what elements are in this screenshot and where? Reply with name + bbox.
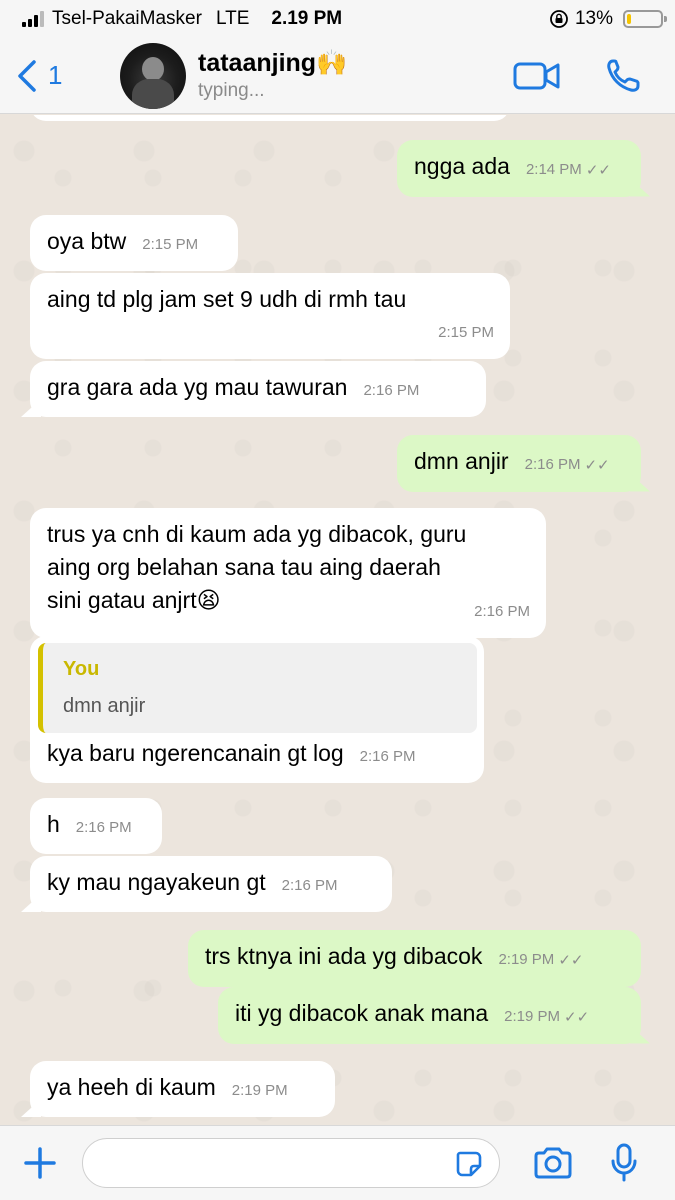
message-time: 2:14 PM ✓✓ bbox=[526, 153, 611, 187]
message-outgoing[interactable]: trs ktnya ini ada yg dibacok 2:19 PM ✓✓ bbox=[188, 930, 641, 987]
message-outgoing[interactable]: ngga ada 2:14 PM ✓✓ bbox=[397, 140, 641, 197]
message-incoming[interactable]: h 2:16 PM bbox=[30, 798, 162, 854]
quoted-text: dmn anjir bbox=[63, 695, 146, 717]
battery-percent: 13% bbox=[574, 8, 613, 29]
message-text: gra gara ada yg mau tawuran bbox=[47, 374, 348, 400]
status-time: 2.19 PM bbox=[271, 8, 343, 29]
message-text: ngga ada bbox=[414, 153, 510, 179]
double-check-icon: ✓✓ bbox=[558, 951, 584, 969]
message-text: iti yg dibacok anak mana bbox=[235, 1000, 489, 1026]
message-text: ya heeh di kaum bbox=[47, 1074, 216, 1100]
message-time: 2:15 PM bbox=[438, 324, 494, 341]
message-incoming[interactable]: trus ya cnh di kaum ada yg dibacok, guru… bbox=[30, 508, 546, 638]
contact-name: tataanjing🙌 bbox=[198, 49, 348, 77]
message-input-bar bbox=[0, 1125, 675, 1200]
plus-icon[interactable] bbox=[22, 1145, 58, 1181]
message-input[interactable] bbox=[82, 1138, 500, 1188]
contact-info[interactable]: tataanjing🙌 typing... bbox=[198, 49, 347, 102]
quoted-author: You bbox=[63, 658, 100, 680]
camera-icon[interactable] bbox=[532, 1146, 574, 1180]
message-outgoing[interactable]: iti yg dibacok anak mana 2:19 PM ✓✓ bbox=[218, 987, 641, 1044]
message-incoming[interactable]: ky mau ngayakeun gt 2:16 PM bbox=[30, 856, 392, 912]
network-type: LTE bbox=[215, 8, 250, 29]
rotation-lock-icon bbox=[550, 10, 568, 28]
message-text: kya baru ngerencanain gt log bbox=[47, 740, 344, 766]
message-incoming[interactable]: gra gara ada yg mau tawuran 2:16 PM bbox=[30, 361, 486, 417]
message-text: aing td plg jam set 9 udh di rmh tau bbox=[47, 286, 407, 312]
message-time: 2:19 PM bbox=[231, 1082, 288, 1099]
message-time: 2:16 PM bbox=[363, 382, 420, 399]
double-check-icon: ✓✓ bbox=[584, 456, 610, 474]
contact-avatar[interactable] bbox=[120, 42, 186, 109]
status-bar: Tsel-PakaiMasker LTE 2.19 PM 13% bbox=[0, 0, 675, 38]
microphone-icon[interactable] bbox=[610, 1143, 638, 1183]
message-incoming-reply[interactable]: You dmn anjir kya baru ngerencanain gt l… bbox=[30, 636, 484, 783]
message-outgoing[interactable]: dmn anjir 2:16 PM ✓✓ bbox=[397, 435, 641, 492]
message-time: 2:16 PM bbox=[281, 877, 338, 894]
message-text: ky mau ngayakeun gt bbox=[47, 869, 266, 895]
message-text: dmn anjir bbox=[414, 448, 509, 474]
chat-header: 1 tataanjing🙌 typing... bbox=[0, 38, 675, 114]
sticker-icon[interactable] bbox=[455, 1150, 483, 1178]
message-time: 2:19 PM ✓✓ bbox=[504, 1000, 589, 1034]
chevron-left-icon bbox=[18, 59, 36, 92]
message-time: 2:16 PM bbox=[75, 819, 132, 836]
message-time: 2:16 PM ✓✓ bbox=[525, 448, 610, 482]
message-incoming[interactable]: ya heeh di kaum 2:19 PM bbox=[30, 1061, 335, 1117]
message-incoming[interactable]: oya btw 2:15 PM bbox=[30, 215, 238, 271]
chat-messages[interactable]: ngga ada 2:14 PM ✓✓ oya btw 2:15 PM aing … bbox=[0, 115, 675, 1125]
message-text: oya btw bbox=[47, 228, 127, 254]
battery-icon bbox=[623, 10, 667, 28]
contact-status: typing... bbox=[198, 80, 265, 101]
quoted-message[interactable]: You dmn anjir bbox=[38, 643, 477, 733]
carrier-name: Tsel-PakaiMasker bbox=[52, 8, 202, 29]
message-text: h bbox=[47, 811, 60, 837]
message-incoming[interactable]: aing td plg jam set 9 udh di rmh tau 2:1… bbox=[30, 273, 510, 359]
back-button[interactable]: 1 bbox=[14, 59, 104, 93]
previous-message-bubble bbox=[30, 115, 510, 121]
message-time: 2:19 PM ✓✓ bbox=[498, 943, 583, 977]
message-time: 2:16 PM bbox=[359, 748, 416, 765]
signal-strength-icon bbox=[22, 11, 44, 27]
voice-call-button[interactable] bbox=[605, 58, 641, 94]
message-text: trs ktnya ini ada yg dibacok bbox=[205, 943, 483, 969]
double-check-icon: ✓✓ bbox=[585, 161, 611, 179]
double-check-icon: ✓✓ bbox=[564, 1008, 590, 1026]
unread-count: 1 bbox=[48, 60, 63, 90]
message-time: 2:15 PM bbox=[142, 236, 199, 253]
message-time: 2:16 PM bbox=[474, 603, 530, 620]
video-call-button[interactable] bbox=[513, 60, 561, 92]
